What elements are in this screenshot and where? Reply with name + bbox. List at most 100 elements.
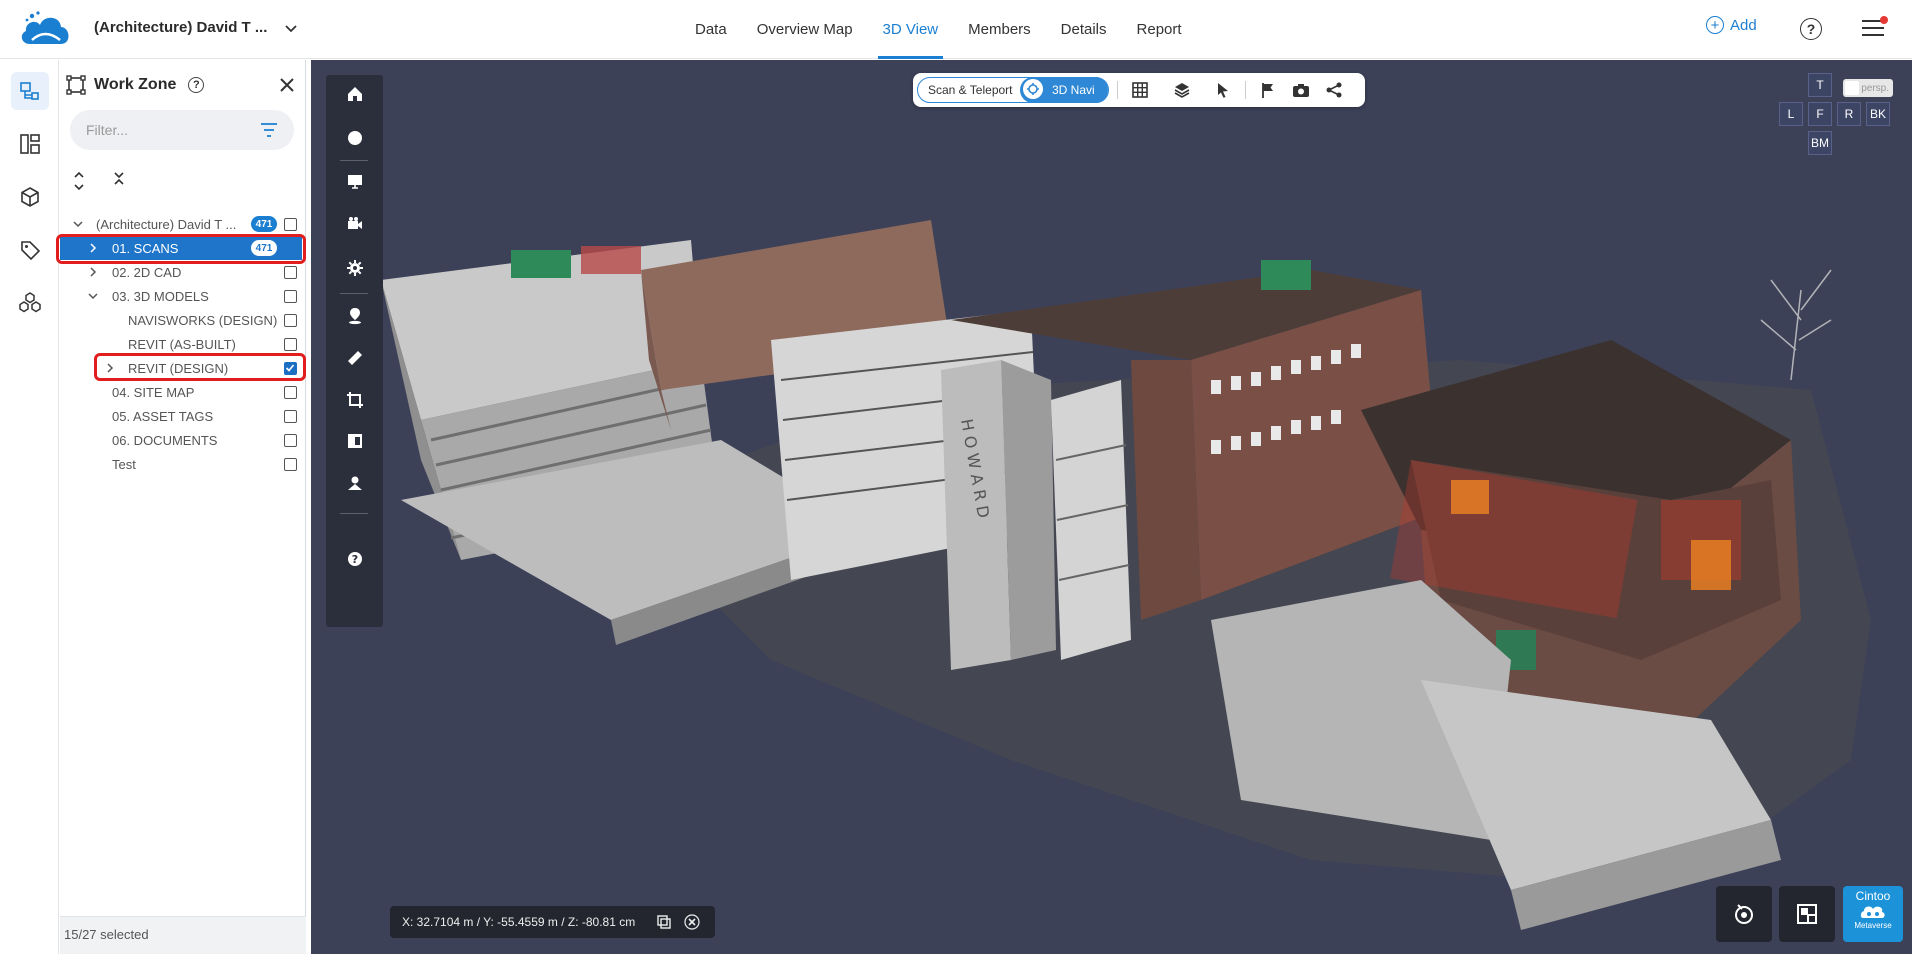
highlight-box-scans bbox=[56, 234, 306, 264]
expand-all-icon[interactable] bbox=[70, 170, 88, 192]
tag-icon[interactable] bbox=[11, 231, 49, 269]
checkbox[interactable] bbox=[284, 434, 297, 447]
help-icon[interactable]: ? bbox=[344, 548, 366, 570]
point-cloud-scene[interactable]: H O W A R D bbox=[311, 60, 1912, 954]
hamburger-menu-icon[interactable] bbox=[1862, 16, 1888, 38]
checkbox[interactable] bbox=[284, 410, 297, 423]
navigation-toolbar: Scan & Teleport 3D Navi bbox=[913, 73, 1365, 107]
count-badge: 471 bbox=[251, 216, 277, 232]
highlight-box-revit-design bbox=[94, 353, 306, 381]
help-icon[interactable]: ? bbox=[188, 77, 205, 93]
mode-scan-teleport[interactable]: Scan & Teleport bbox=[928, 83, 1013, 97]
user-location-icon[interactable] bbox=[344, 472, 366, 494]
chevron-down-icon[interactable] bbox=[283, 20, 299, 36]
cintoo-logo-icon[interactable] bbox=[18, 10, 72, 48]
close-icon[interactable] bbox=[276, 74, 298, 96]
checkbox[interactable] bbox=[284, 386, 297, 399]
checkbox[interactable] bbox=[284, 290, 297, 303]
presentation-icon[interactable] bbox=[344, 170, 366, 192]
tree-row-documents[interactable]: 06. DOCUMENTS bbox=[60, 428, 306, 452]
projection-toggle[interactable]: persp. bbox=[1843, 79, 1893, 97]
tab-data[interactable]: Data bbox=[680, 0, 742, 59]
checkbox[interactable] bbox=[284, 458, 297, 471]
gear-icon[interactable] bbox=[344, 257, 366, 279]
tab-report[interactable]: Report bbox=[1122, 0, 1197, 59]
sphere-icon[interactable] bbox=[344, 127, 366, 149]
flag-icon[interactable] bbox=[1259, 81, 1277, 99]
expand-collapse-group bbox=[70, 170, 128, 192]
chevron-down-icon[interactable] bbox=[87, 290, 99, 302]
home-icon[interactable] bbox=[344, 83, 366, 105]
crop-icon[interactable] bbox=[344, 389, 366, 411]
view-left-button[interactable]: L bbox=[1779, 102, 1803, 126]
coordinates-text: X: 32.7104 m / Y: -55.4559 m / Z: -80.81… bbox=[402, 915, 636, 929]
tree-row-3d-models[interactable]: 03. 3D MODELS bbox=[60, 284, 306, 308]
navi-mode-icon[interactable] bbox=[1716, 886, 1772, 942]
chevron-down-icon[interactable] bbox=[72, 218, 84, 230]
close-icon[interactable] bbox=[684, 914, 700, 930]
collapse-all-icon[interactable] bbox=[110, 170, 128, 192]
ruler-icon[interactable] bbox=[344, 347, 366, 369]
work-zone-panel: Work Zone ? (Architecture) David T ... 4… bbox=[56, 60, 306, 954]
tab-3d-view[interactable]: 3D View bbox=[868, 0, 954, 59]
view-bottom-button[interactable]: BM bbox=[1808, 131, 1832, 155]
panel-title: Work Zone bbox=[94, 76, 177, 93]
view-top-button[interactable]: T bbox=[1808, 73, 1832, 97]
selection-count: 15/27 selected bbox=[60, 916, 306, 954]
filter-field bbox=[70, 110, 294, 150]
checkbox[interactable] bbox=[284, 314, 297, 327]
project-title[interactable]: (Architecture) David T ... bbox=[94, 19, 267, 36]
navi-icon bbox=[1023, 79, 1043, 99]
view-right-button[interactable]: R bbox=[1837, 102, 1861, 126]
share-icon[interactable] bbox=[1325, 81, 1343, 99]
cintoo-metaverse-button[interactable]: Cintoo Metaverse bbox=[1843, 886, 1903, 942]
filter-icon[interactable] bbox=[260, 122, 278, 138]
checkbox[interactable] bbox=[284, 338, 297, 351]
panel-header: Work Zone ? bbox=[66, 70, 302, 100]
filter-input[interactable] bbox=[86, 122, 246, 138]
compare-icon[interactable] bbox=[344, 430, 366, 452]
add-label: Add bbox=[1730, 16, 1757, 34]
mode-3d-navi-label: 3D Navi bbox=[1052, 83, 1095, 97]
view-back-button[interactable]: BK bbox=[1866, 102, 1890, 126]
tree-row-navisworks-design[interactable]: NAVISWORKS (DESIGN) bbox=[60, 308, 306, 332]
tree-label: 02. 2D CAD bbox=[112, 264, 182, 280]
view-front-button[interactable]: F bbox=[1808, 102, 1832, 126]
minimap-icon[interactable] bbox=[1779, 886, 1835, 942]
location-pin-icon[interactable] bbox=[344, 305, 366, 327]
checkbox[interactable] bbox=[284, 218, 297, 231]
work-zone-icon[interactable] bbox=[11, 72, 49, 110]
copy-icon[interactable] bbox=[656, 914, 672, 930]
chevron-right-icon[interactable] bbox=[87, 266, 99, 278]
notification-dot bbox=[1880, 16, 1888, 24]
tab-details[interactable]: Details bbox=[1046, 0, 1122, 59]
add-button[interactable]: + Add bbox=[1706, 16, 1757, 34]
help-icon[interactable]: ? bbox=[1800, 18, 1822, 40]
tab-overview-map[interactable]: Overview Map bbox=[742, 0, 868, 59]
coordinates-readout: X: 32.7104 m / Y: -55.4559 m / Z: -80.81… bbox=[390, 906, 715, 938]
grid-icon[interactable] bbox=[1131, 81, 1149, 99]
video-camera-icon[interactable] bbox=[344, 213, 366, 235]
tree-label: Test bbox=[112, 456, 136, 472]
brand-name: Cintoo bbox=[1855, 889, 1891, 903]
tree-label: NAVISWORKS (DESIGN) bbox=[128, 312, 278, 328]
cube-icon[interactable] bbox=[11, 178, 49, 216]
work-zone-frame-icon bbox=[66, 75, 86, 95]
camera-icon[interactable] bbox=[1292, 81, 1310, 99]
tab-members[interactable]: Members bbox=[953, 0, 1046, 59]
hierarchy-icon[interactable] bbox=[11, 125, 49, 163]
brand-sub: Metaverse bbox=[1854, 921, 1892, 930]
tree-row-test[interactable]: Test bbox=[60, 452, 306, 476]
navigation-mode-toggle[interactable]: Scan & Teleport 3D Navi bbox=[917, 77, 1109, 103]
tree-row-site-map[interactable]: 04. SITE MAP bbox=[60, 380, 306, 404]
layers-icon[interactable] bbox=[1173, 81, 1191, 99]
mode-3d-navi[interactable]: 3D Navi bbox=[1020, 77, 1108, 103]
modules-icon[interactable] bbox=[11, 284, 49, 322]
3d-viewport[interactable]: H O W A R D ? Scan & Teleport 3D Navi T … bbox=[311, 60, 1912, 954]
checkbox[interactable] bbox=[284, 266, 297, 279]
plus-icon: + bbox=[1706, 16, 1724, 34]
viewer-toolbar: ? bbox=[326, 75, 383, 627]
tree-row-asset-tags[interactable]: 05. ASSET TAGS bbox=[60, 404, 306, 428]
cursor-icon[interactable] bbox=[1214, 81, 1232, 99]
tree-row-project[interactable]: (Architecture) David T ... 471 bbox=[60, 212, 306, 236]
